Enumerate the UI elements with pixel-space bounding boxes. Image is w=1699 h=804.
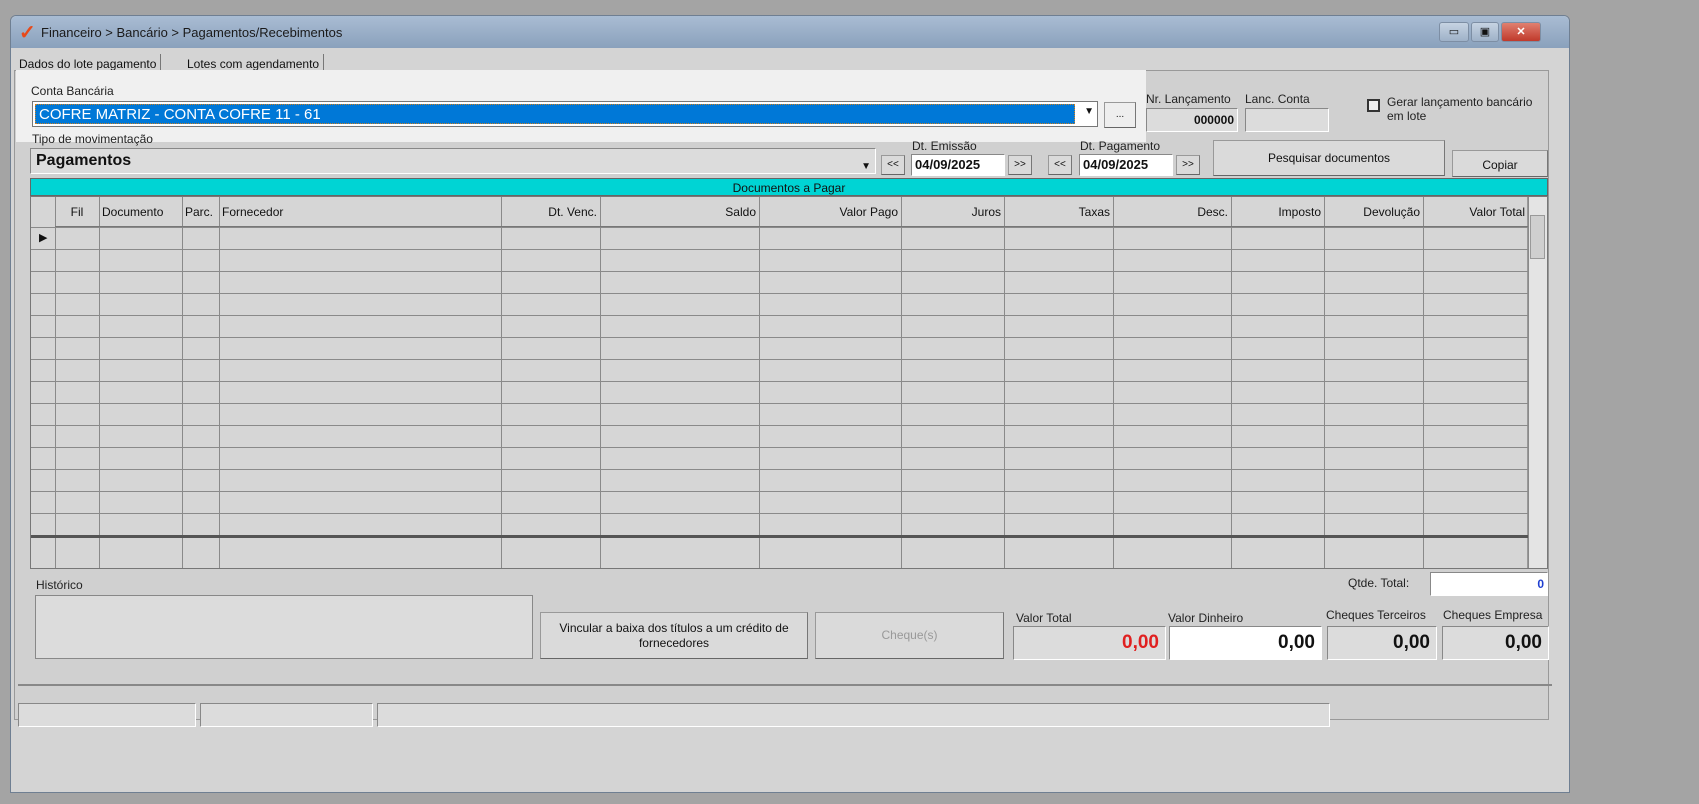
qtde-total-label: Qtde. Total:: [1348, 576, 1410, 590]
grid-header-cell[interactable]: Saldo: [600, 197, 759, 227]
table-row[interactable]: [31, 227, 1528, 228]
grid-header-cell[interactable]: Devolução: [1324, 197, 1423, 227]
scrollbar-thumb[interactable]: [1530, 215, 1545, 259]
tipo-movimentacao-value: Pagamentos: [36, 152, 132, 169]
grid-title: Documentos a Pagar: [30, 178, 1548, 196]
status-bar-panel: [377, 703, 1330, 727]
conta-bancaria-select[interactable]: COFRE MATRIZ - CONTA COFRE 11 - 61 ▼: [32, 101, 1098, 127]
gerar-lancamento-checkbox[interactable]: [1367, 99, 1380, 112]
table-row[interactable]: [31, 425, 1528, 426]
chevron-down-icon: ▼: [1084, 106, 1094, 117]
grid-header-cell[interactable]: Desc.: [1113, 197, 1231, 227]
tipo-movimentacao-label: Tipo de movimentação: [32, 132, 153, 146]
grid-totals-row: [31, 535, 1528, 538]
historico-textarea[interactable]: [35, 595, 533, 659]
grid-header-cell[interactable]: Fornecedor: [219, 197, 501, 227]
cheques-terceiros-field: 0,00: [1327, 626, 1437, 660]
table-row[interactable]: [31, 381, 1528, 382]
maximize-button[interactable]: ▣: [1471, 22, 1499, 42]
table-row[interactable]: [31, 271, 1528, 272]
table-row[interactable]: [31, 447, 1528, 448]
conta-bancaria-value: COFRE MATRIZ - CONTA COFRE 11 - 61: [35, 104, 1075, 124]
cheques-empresa-field: 0,00: [1442, 626, 1549, 660]
tipo-movimentacao-select[interactable]: Pagamentos ▼: [30, 148, 876, 174]
grid-header-cell[interactable]: Imposto: [1231, 197, 1324, 227]
lanc-conta-field[interactable]: [1245, 108, 1329, 132]
cheques-terceiros-label: Cheques Terceiros: [1326, 608, 1426, 622]
dt-pagamento-prev-button[interactable]: <<: [1048, 155, 1072, 175]
table-row[interactable]: [31, 293, 1528, 294]
table-row[interactable]: [31, 403, 1528, 404]
grid-header-cell[interactable]: Parc.: [182, 197, 219, 227]
copiar-button[interactable]: Copiar: [1452, 150, 1548, 177]
grid-header-cell[interactable]: Valor Pago: [759, 197, 901, 227]
chevron-down-icon: ▼: [861, 161, 871, 172]
title-bar: ✓ Financeiro > Bancário > Pagamentos/Rec…: [11, 16, 1569, 48]
valor-total-label: Valor Total: [1016, 611, 1072, 625]
cheques-empresa-label: Cheques Empresa: [1443, 608, 1543, 622]
table-row[interactable]: [31, 469, 1528, 470]
dt-emissao-input[interactable]: 04/09/2025: [911, 154, 1005, 176]
dt-emissao-prev-button[interactable]: <<: [881, 155, 905, 175]
app-logo-icon: ✓: [19, 22, 36, 44]
nr-lancamento-label: Nr. Lançamento: [1146, 92, 1231, 106]
dt-emissao-label: Dt. Emissão: [912, 139, 977, 153]
valor-dinheiro-label: Valor Dinheiro: [1168, 611, 1244, 625]
minimize-button[interactable]: ▭: [1439, 22, 1469, 42]
vertical-scrollbar[interactable]: [1527, 197, 1547, 568]
documentos-grid[interactable]: ▶ Fil Documento Parc. Fornecedor Dt. Venc. Sa…: [30, 196, 1548, 569]
cheques-button[interactable]: Cheque(s): [815, 612, 1004, 659]
table-row[interactable]: [31, 513, 1528, 514]
status-bar-panel: [18, 703, 196, 727]
grid-header-cell[interactable]: Taxas: [1004, 197, 1113, 227]
grid-header-cell[interactable]: Dt. Venc.: [501, 197, 600, 227]
row-indicator-icon: ▶: [39, 232, 48, 244]
grid-column-divider: [1528, 197, 1529, 568]
status-bar-panel: [200, 703, 373, 727]
conta-more-button[interactable]: ...: [1104, 102, 1136, 128]
table-row[interactable]: [31, 249, 1528, 250]
grid-header-cell[interactable]: Fil: [55, 197, 99, 227]
grid-header-cell[interactable]: Valor Total: [1423, 197, 1528, 227]
gerar-lancamento-label: Gerar lançamento bancário em lote: [1387, 95, 1533, 123]
table-row[interactable]: [31, 491, 1528, 492]
grid-header-cell[interactable]: Documento: [99, 197, 182, 227]
dt-emissao-next-button[interactable]: >>: [1008, 155, 1032, 175]
pesquisar-documentos-button[interactable]: Pesquisar documentos: [1213, 140, 1445, 176]
vincular-credito-button[interactable]: Vincular a baixa dos títulos a um crédit…: [540, 612, 808, 659]
close-button[interactable]: ✕: [1501, 22, 1541, 42]
nr-lancamento-field[interactable]: 000000: [1146, 108, 1238, 132]
dt-pagamento-next-button[interactable]: >>: [1176, 155, 1200, 175]
dt-pagamento-label: Dt. Pagamento: [1080, 139, 1161, 153]
dt-pagamento-input[interactable]: 04/09/2025: [1079, 154, 1173, 176]
valor-total-field: 0,00: [1013, 626, 1166, 660]
historico-label: Histórico: [36, 578, 83, 592]
conta-bancaria-label: Conta Bancária: [31, 84, 114, 98]
window-title: Financeiro > Bancário > Pagamentos/Receb…: [41, 25, 343, 40]
table-row[interactable]: [31, 337, 1528, 338]
lanc-conta-label: Lanc. Conta: [1245, 92, 1310, 106]
table-row[interactable]: [31, 315, 1528, 316]
valor-dinheiro-field[interactable]: 0,00: [1169, 626, 1322, 660]
qtde-total-field: 0: [1430, 572, 1548, 596]
divider: [18, 684, 1552, 686]
grid-header-cell[interactable]: Juros: [901, 197, 1004, 227]
table-row[interactable]: [31, 359, 1528, 360]
